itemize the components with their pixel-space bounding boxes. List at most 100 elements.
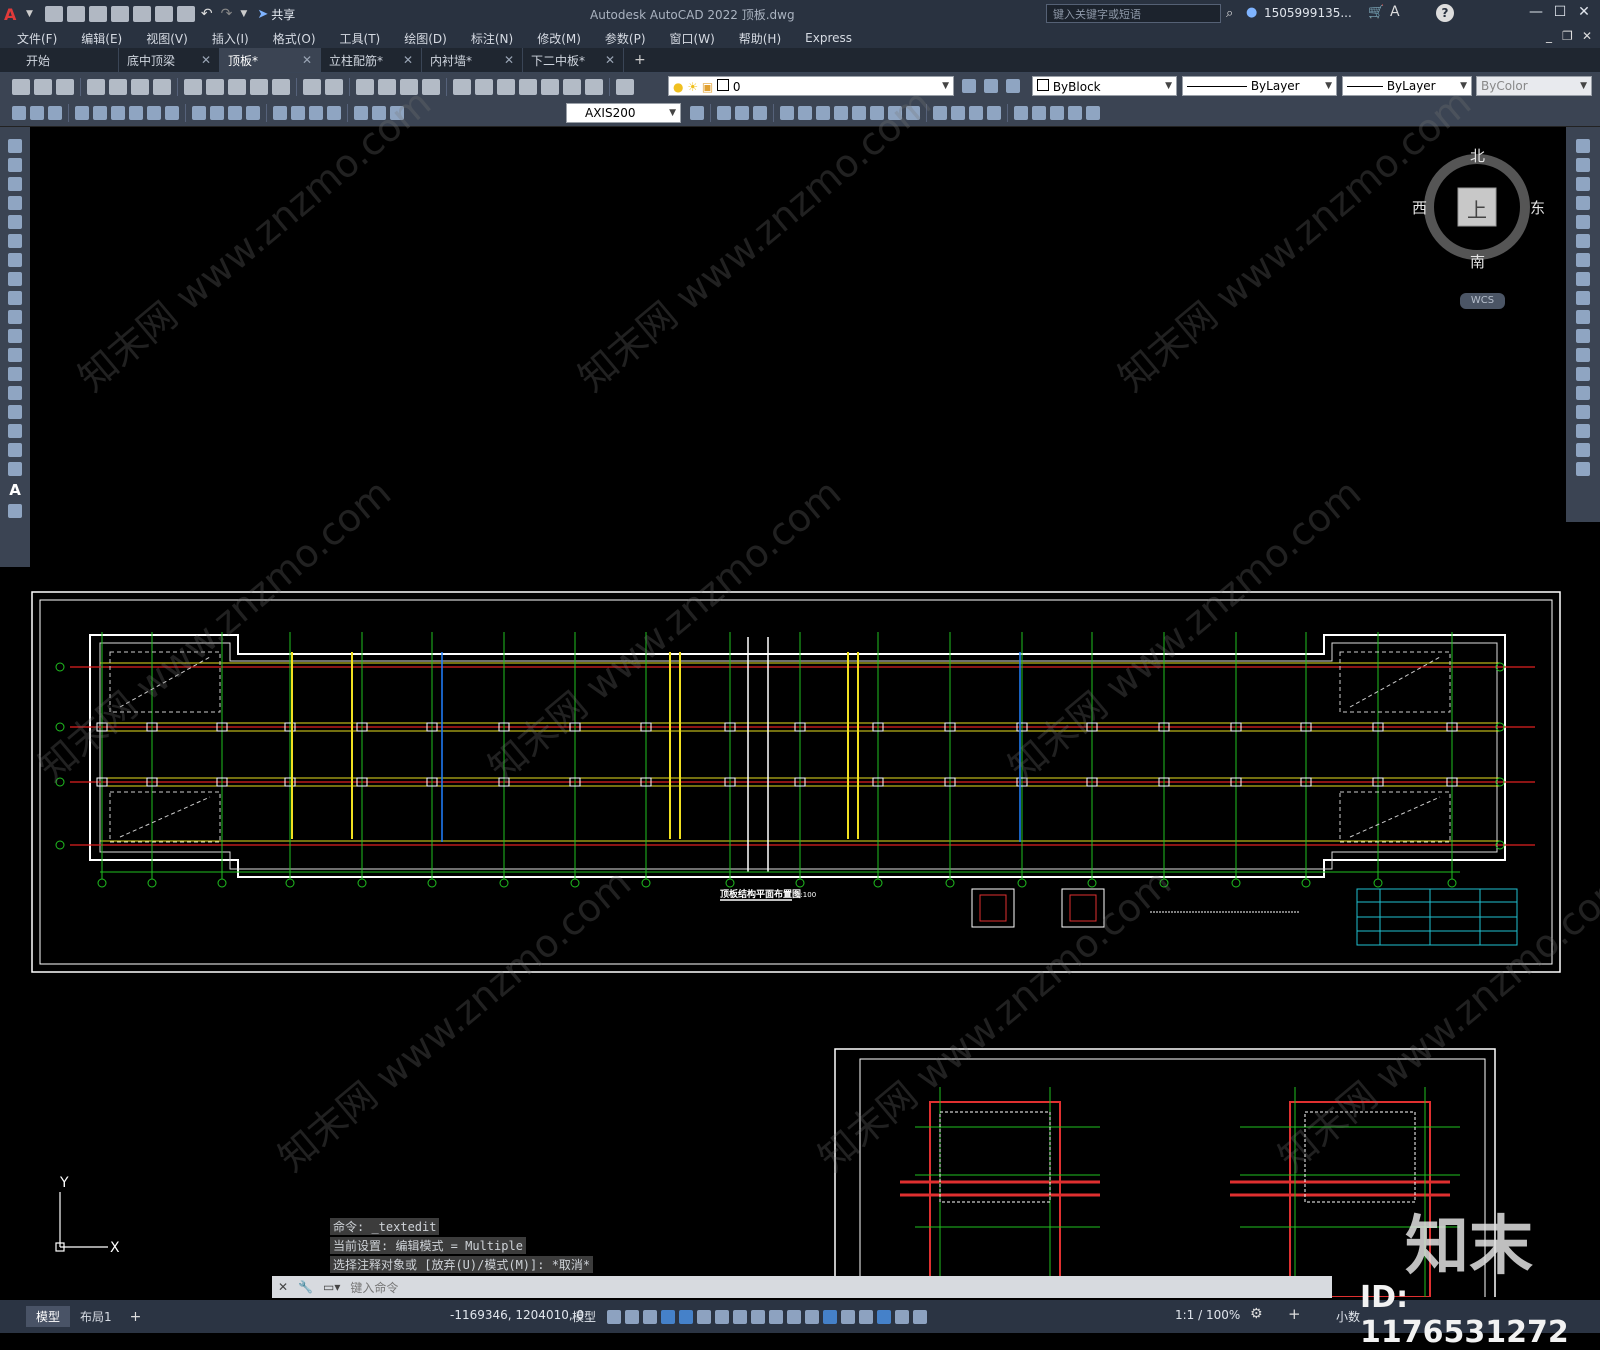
point-icon[interactable] (8, 386, 22, 400)
menu-item-7[interactable]: 标注(N) (459, 30, 525, 47)
grid-icon[interactable] (607, 1309, 621, 1324)
zoom-window-icon[interactable] (400, 78, 418, 95)
center-mark-icon[interactable] (291, 106, 305, 120)
selection-filter-icon[interactable] (841, 1309, 855, 1324)
insert-block-icon[interactable] (8, 348, 22, 362)
viewcube-east[interactable]: 东 (1530, 197, 1545, 218)
annotation-monitor-icon[interactable]: + (1288, 1305, 1301, 1323)
mirror-icon[interactable] (1576, 177, 1590, 191)
plot-preview-icon[interactable] (109, 78, 127, 95)
minimize-button[interactable]: — (1526, 4, 1546, 22)
layer-properties-icon[interactable] (616, 78, 634, 95)
close-tab-icon[interactable]: ✕ (302, 53, 312, 67)
modify-tool-4-icon[interactable] (780, 106, 794, 120)
modify-tool-10-icon[interactable] (888, 106, 902, 120)
auto-scale-icon[interactable] (895, 1309, 909, 1324)
extend-icon[interactable] (1576, 329, 1590, 343)
coordinates-readout[interactable]: -1169346, 1204010, 0 (450, 1308, 584, 1322)
gradient-icon[interactable] (8, 424, 22, 438)
document-tab-5[interactable]: 下二中板* ✕ (523, 48, 624, 72)
layout-tab-layout1[interactable]: 布局1 (70, 1308, 122, 1325)
pan-icon[interactable] (356, 78, 374, 95)
arc-icon[interactable] (8, 234, 22, 248)
menu-item-5[interactable]: 工具(T) (328, 30, 393, 47)
menu-item-12[interactable]: Express (793, 31, 864, 45)
menu-item-2[interactable]: 视图(V) (134, 30, 200, 47)
block-editor-icon[interactable] (272, 78, 290, 95)
save-icon-2[interactable] (56, 78, 74, 95)
modify-tool-2-icon[interactable] (735, 106, 749, 120)
viewcube-west[interactable]: 西 (1412, 197, 1427, 218)
osnap-icon[interactable] (733, 1309, 747, 1324)
isodraft-icon[interactable] (697, 1309, 711, 1324)
open-file-icon[interactable] (66, 6, 85, 22)
add-selected-icon[interactable] (8, 504, 22, 518)
recent-commands-icon[interactable]: ▭▾ (323, 1280, 340, 1294)
polyline-icon[interactable] (8, 177, 22, 191)
units-value[interactable]: 小数 (1336, 1308, 1360, 1325)
design-center-icon[interactable] (475, 78, 493, 95)
user-icon[interactable]: ● (1246, 5, 1257, 20)
transparency-icon[interactable] (769, 1309, 783, 1324)
erase-icon[interactable] (1576, 139, 1590, 153)
autocad-logo-icon[interactable]: A (4, 5, 26, 24)
circle-icon[interactable] (8, 253, 22, 267)
document-tab-0[interactable]: 开始 (18, 48, 119, 72)
fillet-icon[interactable] (1576, 424, 1590, 438)
polar-icon[interactable] (679, 1309, 693, 1324)
blend-curves-icon[interactable] (1576, 443, 1590, 457)
dimstyle-dropdown[interactable]: AXIS200 ▼ (566, 103, 681, 123)
undo-icon-2[interactable] (303, 78, 321, 95)
modify-tool-17-icon[interactable] (1032, 106, 1046, 120)
region-icon[interactable] (8, 443, 22, 457)
app-menu-chevron-icon[interactable]: ▼ (26, 9, 33, 19)
sheet-set-icon[interactable] (519, 78, 537, 95)
redo-icon-2[interactable] (325, 78, 343, 95)
help-icon-2[interactable] (585, 78, 603, 95)
modify-tool-3-icon[interactable] (753, 106, 767, 120)
qnew-icon[interactable] (12, 78, 30, 95)
menu-item-6[interactable]: 绘图(D) (392, 30, 459, 47)
new-tab-icon[interactable]: + (634, 52, 646, 68)
share-button[interactable]: 共享 (271, 6, 295, 23)
menu-item-0[interactable]: 文件(F) (5, 30, 69, 47)
viewcube-north[interactable]: 北 (1470, 145, 1485, 166)
linear-dim-icon[interactable] (30, 106, 44, 120)
layer-dropdown[interactable]: ● ☀ ▣ 0 ▼ (668, 76, 954, 96)
paste-icon[interactable] (228, 78, 246, 95)
customize-icon[interactable]: 🔧 (298, 1280, 313, 1294)
modify-tool-9-icon[interactable] (870, 106, 884, 120)
modify-tool-8-icon[interactable] (852, 106, 866, 120)
join-icon[interactable] (1576, 386, 1590, 400)
save-web-icon[interactable] (154, 6, 173, 22)
stretch-icon[interactable] (1576, 291, 1590, 305)
search-input[interactable]: 键入关键字或短语 (1046, 4, 1221, 23)
share-icon[interactable]: ➤ (257, 7, 268, 22)
redo-icon[interactable]: ↷ (221, 6, 233, 22)
baseline-icon[interactable] (192, 106, 206, 120)
menu-item-4[interactable]: 格式(O) (261, 30, 328, 47)
maximize-button[interactable]: ☐ (1550, 4, 1570, 22)
document-tab-2[interactable]: 顶板* ✕ (220, 48, 321, 72)
model-space-button[interactable]: 模型 (572, 1308, 596, 1325)
revision-cloud-icon[interactable] (8, 272, 22, 286)
construction-line-icon[interactable] (8, 158, 22, 172)
doc-minimize-icon[interactable]: _ (1546, 29, 1552, 43)
doc-close-icon[interactable]: ✕ (1582, 29, 1592, 43)
close-tab-icon[interactable]: ✕ (504, 53, 514, 67)
dim-text-edit-icon[interactable] (372, 106, 386, 120)
quick-dim-icon[interactable] (12, 106, 26, 120)
copy-icon[interactable] (206, 78, 224, 95)
zoom-realtime-icon[interactable] (378, 78, 396, 95)
document-tab-1[interactable]: 底中顶梁 ✕ (119, 48, 220, 72)
dim-style-icon[interactable] (690, 106, 704, 120)
offset-icon[interactable] (1576, 196, 1590, 210)
scale-icon[interactable] (1576, 272, 1590, 286)
command-input[interactable]: 键入命令 (350, 1279, 398, 1296)
plot-icon[interactable] (176, 6, 195, 22)
viewcube[interactable]: 上 北 南 西 东 (1412, 145, 1545, 271)
jogged-icon[interactable] (129, 106, 143, 120)
chamfer-icon[interactable] (1576, 405, 1590, 419)
3d-dwf-icon[interactable] (153, 78, 171, 95)
menu-item-1[interactable]: 编辑(E) (69, 30, 134, 47)
